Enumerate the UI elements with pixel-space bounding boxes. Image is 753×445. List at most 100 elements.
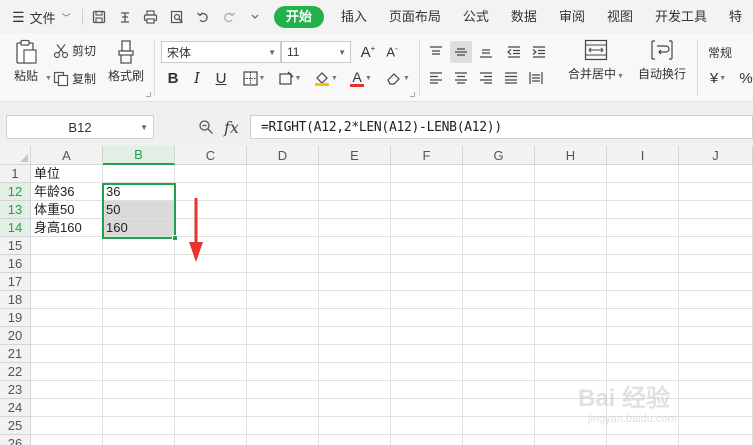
- cell-j1[interactable]: [679, 165, 753, 183]
- percent-format-button[interactable]: %: [735, 67, 753, 89]
- cell-j23[interactable]: [679, 381, 753, 399]
- cell-b15[interactable]: [103, 237, 175, 255]
- cell-j19[interactable]: [679, 309, 753, 327]
- tab-insert[interactable]: 插入: [330, 6, 378, 28]
- number-format-select[interactable]: 常规: [703, 41, 753, 63]
- align-right-button[interactable]: [475, 67, 497, 89]
- cell-j21[interactable]: [679, 345, 753, 363]
- distributed-align-button[interactable]: [525, 67, 547, 89]
- cell-j12[interactable]: [679, 183, 753, 201]
- cell-f23[interactable]: [391, 381, 463, 399]
- row-header-19[interactable]: 19: [0, 309, 31, 327]
- column-header-a[interactable]: A: [31, 146, 103, 165]
- cell-g21[interactable]: [463, 345, 535, 363]
- cell-b19[interactable]: [103, 309, 175, 327]
- cell-a19[interactable]: [31, 309, 103, 327]
- cell-d1[interactable]: [247, 165, 319, 183]
- cell-j14[interactable]: [679, 219, 753, 237]
- cell-e17[interactable]: [319, 273, 391, 291]
- row-header-20[interactable]: 20: [0, 327, 31, 345]
- column-header-b[interactable]: B: [103, 146, 175, 165]
- align-center-button[interactable]: [450, 67, 472, 89]
- cell-c20[interactable]: [175, 327, 247, 345]
- tab-developer[interactable]: 开发工具: [644, 6, 718, 28]
- print-preview-icon[interactable]: [164, 6, 190, 28]
- cell-h16[interactable]: [535, 255, 607, 273]
- cell-d12[interactable]: [247, 183, 319, 201]
- cell-j13[interactable]: [679, 201, 753, 219]
- cell-i17[interactable]: [607, 273, 679, 291]
- cell-b24[interactable]: [103, 399, 175, 417]
- font-name-select[interactable]: 宋体 ▼: [161, 41, 281, 63]
- paste-button[interactable]: 粘贴 ▼: [8, 39, 52, 84]
- cell-b1[interactable]: [103, 165, 175, 183]
- cell-d18[interactable]: [247, 291, 319, 309]
- cell-h18[interactable]: [535, 291, 607, 309]
- font-size-select[interactable]: 11 ▼: [281, 41, 351, 63]
- cell-g12[interactable]: [463, 183, 535, 201]
- cell-f25[interactable]: [391, 417, 463, 435]
- decrease-indent-button[interactable]: [503, 41, 525, 63]
- align-left-button[interactable]: [425, 67, 447, 89]
- row-header-1[interactable]: 1: [0, 165, 31, 183]
- column-header-g[interactable]: G: [463, 146, 535, 165]
- column-header-d[interactable]: D: [247, 146, 319, 165]
- italic-button[interactable]: I: [186, 67, 208, 89]
- cell-e12[interactable]: [319, 183, 391, 201]
- cell-j18[interactable]: [679, 291, 753, 309]
- file-menu[interactable]: ☰ 文件 ﹀: [0, 8, 79, 27]
- tab-data[interactable]: 数据: [500, 6, 548, 28]
- spreadsheet-grid[interactable]: A B C D E F G H I J 1 单位 12 年龄36 36 13 体重50 50 1…: [0, 146, 753, 445]
- column-header-h[interactable]: H: [535, 146, 607, 165]
- row-header-21[interactable]: 21: [0, 345, 31, 363]
- cell-h15[interactable]: [535, 237, 607, 255]
- cell-g1[interactable]: [463, 165, 535, 183]
- cell-i13[interactable]: [607, 201, 679, 219]
- cell-e23[interactable]: [319, 381, 391, 399]
- cell-c22[interactable]: [175, 363, 247, 381]
- decrease-font-size-button[interactable]: A-: [381, 41, 403, 63]
- cell-h1[interactable]: [535, 165, 607, 183]
- cell-a22[interactable]: [31, 363, 103, 381]
- row-header-13[interactable]: 13: [0, 201, 31, 219]
- cell-f13[interactable]: [391, 201, 463, 219]
- tab-home[interactable]: 开始: [273, 6, 324, 28]
- cell-b23[interactable]: [103, 381, 175, 399]
- cell-i14[interactable]: [607, 219, 679, 237]
- cell-h12[interactable]: [535, 183, 607, 201]
- cell-b25[interactable]: [103, 417, 175, 435]
- cell-i16[interactable]: [607, 255, 679, 273]
- cell-b22[interactable]: [103, 363, 175, 381]
- cell-g13[interactable]: [463, 201, 535, 219]
- cell-c1[interactable]: [175, 165, 247, 183]
- cell-j22[interactable]: [679, 363, 753, 381]
- cell-e24[interactable]: [319, 399, 391, 417]
- cell-i18[interactable]: [607, 291, 679, 309]
- cell-a16[interactable]: [31, 255, 103, 273]
- cell-b17[interactable]: [103, 273, 175, 291]
- underline-button[interactable]: U: [210, 67, 232, 89]
- cell-b21[interactable]: [103, 345, 175, 363]
- cell-a12[interactable]: 年龄36: [31, 183, 103, 201]
- row-header-25[interactable]: 25: [0, 417, 31, 435]
- cell-g23[interactable]: [463, 381, 535, 399]
- cell-f20[interactable]: [391, 327, 463, 345]
- cell-d16[interactable]: [247, 255, 319, 273]
- cell-c19[interactable]: [175, 309, 247, 327]
- cell-a25[interactable]: [31, 417, 103, 435]
- cell-e20[interactable]: [319, 327, 391, 345]
- cell-e18[interactable]: [319, 291, 391, 309]
- cell-c24[interactable]: [175, 399, 247, 417]
- cell-d19[interactable]: [247, 309, 319, 327]
- cell-b20[interactable]: [103, 327, 175, 345]
- cloud-sync-icon[interactable]: [112, 6, 138, 28]
- row-header-12[interactable]: 12: [0, 183, 31, 201]
- align-middle-button[interactable]: [450, 41, 472, 63]
- cell-b16[interactable]: [103, 255, 175, 273]
- cell-e25[interactable]: [319, 417, 391, 435]
- tab-features[interactable]: 特: [718, 6, 753, 28]
- cell-h19[interactable]: [535, 309, 607, 327]
- fill-color-button[interactable]: ▼: [310, 67, 342, 89]
- cell-j20[interactable]: [679, 327, 753, 345]
- cell-f16[interactable]: [391, 255, 463, 273]
